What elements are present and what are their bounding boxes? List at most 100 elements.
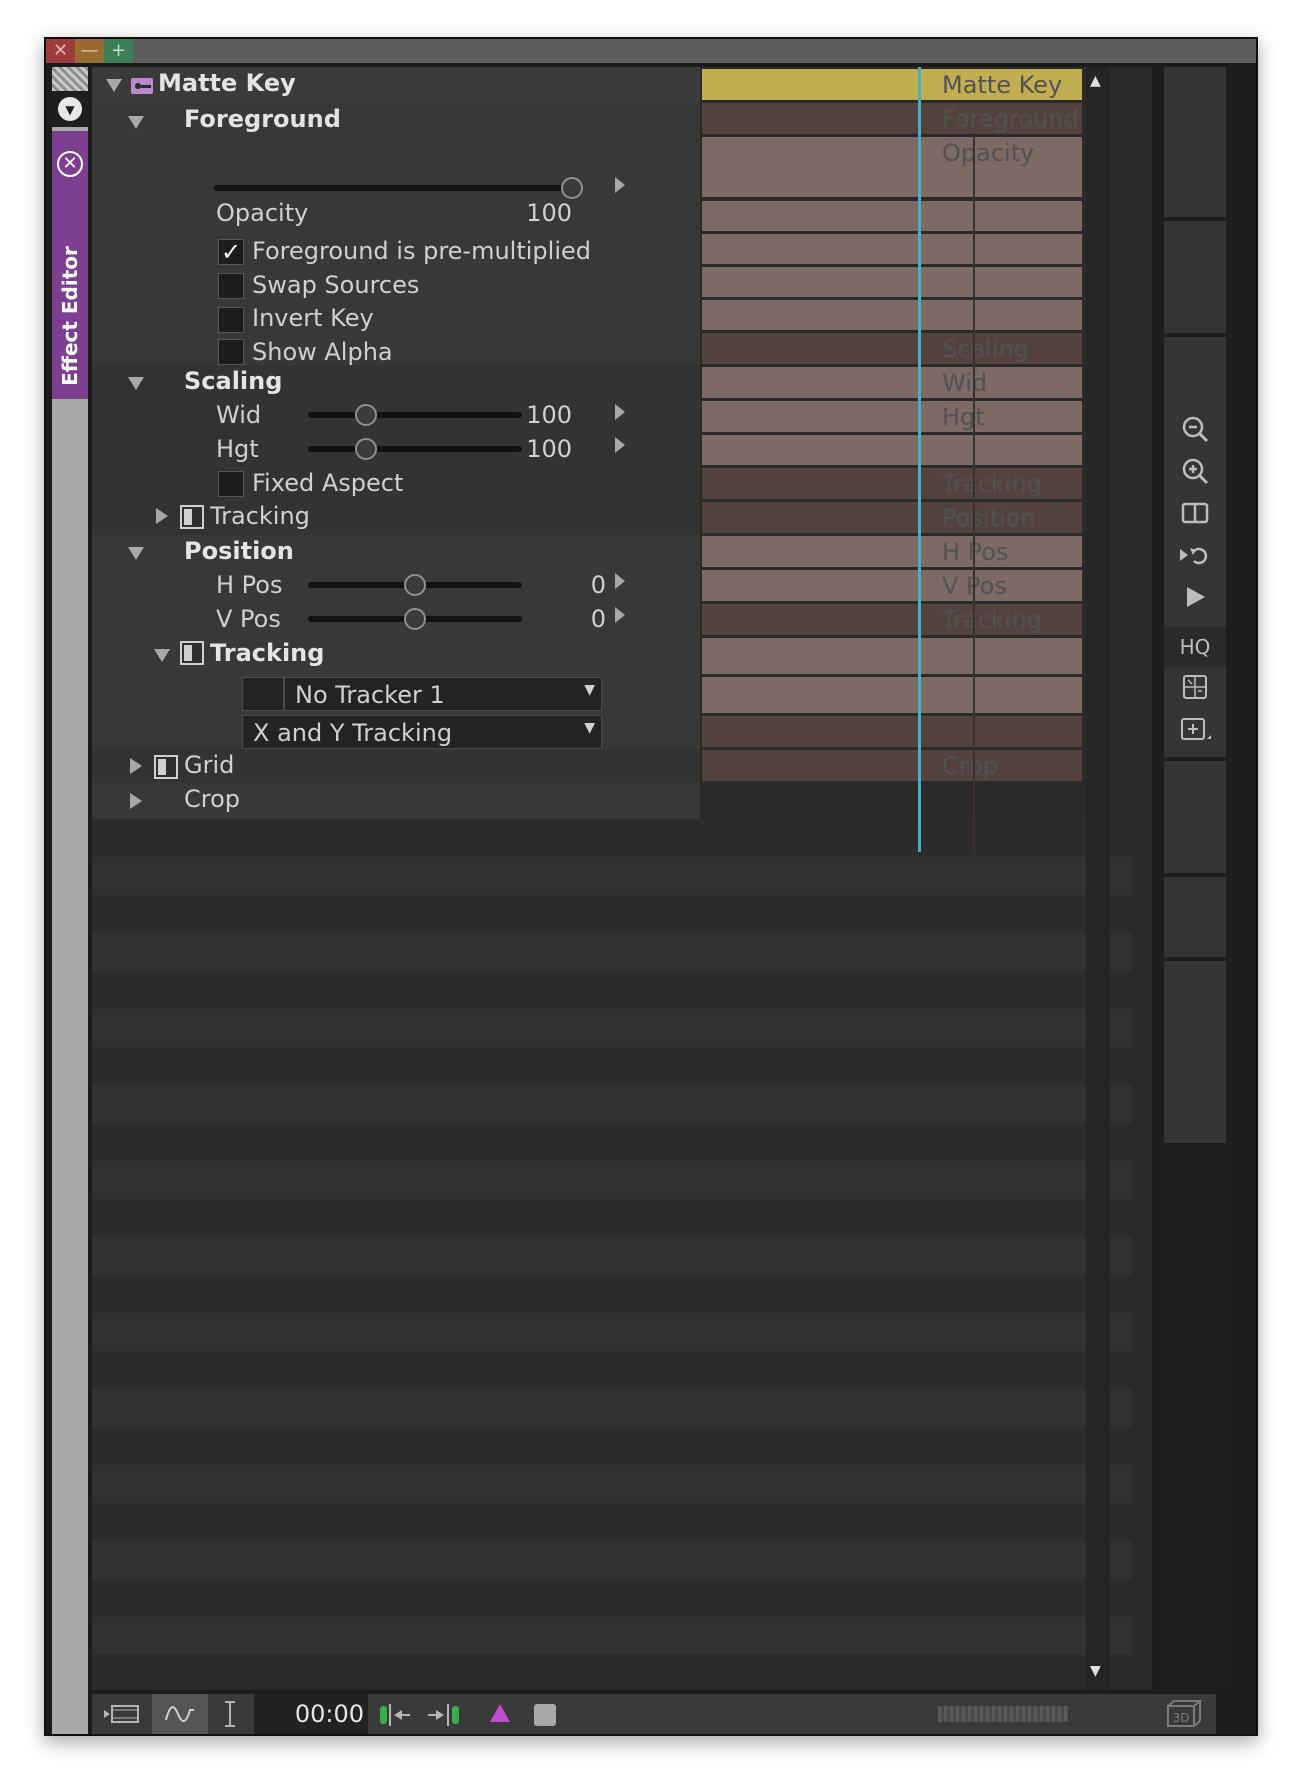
opacity-keyframe-arrow[interactable]: [615, 177, 625, 193]
collapse-effect-toggle[interactable]: [106, 79, 122, 92]
position-tracking-enable-icon[interactable]: [180, 641, 204, 665]
panel-menu-button[interactable]: ▼: [52, 91, 88, 127]
reverse-loop-button[interactable]: [1164, 539, 1226, 579]
timeline-track-group[interactable]: Position: [702, 502, 1082, 533]
hgt-value[interactable]: 100: [492, 435, 572, 463]
timeline-track-param[interactable]: Opacity: [702, 137, 1082, 197]
timeline-track-param[interactable]: [702, 201, 1082, 231]
zoom-scroll-slider[interactable]: [938, 1706, 1068, 1722]
empty-row-stripe: [92, 1275, 1132, 1313]
stop-button[interactable]: [528, 1694, 560, 1734]
effect-editor-window: ✕ — + ▼ ✕ Effect Editor Matte Key Foregr…: [44, 37, 1258, 1736]
hgt-slider[interactable]: [308, 438, 522, 460]
collapse-position-tracking-toggle[interactable]: [154, 649, 170, 662]
timeline-track-param[interactable]: [702, 234, 1082, 264]
empty-row-stripe: [92, 895, 1132, 933]
timeline-track-group[interactable]: Crop: [702, 750, 1082, 781]
timeline-track-param[interactable]: V Pos: [702, 570, 1082, 601]
zoom-out-button[interactable]: [1164, 413, 1226, 453]
scaling-tracking-enable-icon[interactable]: [180, 505, 204, 529]
timeline-track-param[interactable]: [702, 267, 1082, 297]
scroll-down-icon[interactable]: ▼: [1090, 1663, 1101, 1679]
maximize-window-button[interactable]: +: [104, 39, 133, 63]
swap-sources-checkbox[interactable]: [218, 273, 244, 299]
go-to-out-button[interactable]: [424, 1694, 468, 1734]
expand-crop-toggle[interactable]: [130, 793, 142, 809]
close-tab-icon[interactable]: ✕: [57, 151, 83, 177]
foreground-group: Foreground Opacity 100 ✓ Foreground is p…: [92, 103, 700, 366]
wid-value[interactable]: 100: [492, 401, 572, 429]
track-label: Matte Key: [942, 71, 1063, 99]
vpos-keyframe-arrow[interactable]: [615, 607, 625, 623]
grid-enable-icon[interactable]: [154, 755, 178, 779]
vpos-slider[interactable]: [308, 608, 522, 630]
effect-editor-tab[interactable]: ✕ Effect Editor: [52, 131, 88, 399]
timeline-track-group[interactable]: Tracking: [702, 604, 1082, 635]
empty-row-stripe: [92, 1123, 1132, 1161]
wid-slider[interactable]: [308, 404, 522, 426]
split-view-button[interactable]: [1164, 497, 1226, 537]
timeline-track-param[interactable]: [702, 677, 1082, 713]
hpos-keyframe-arrow[interactable]: [615, 573, 625, 589]
expand-scaling-tracking-toggle[interactable]: [156, 508, 168, 524]
invert-key-checkbox[interactable]: [218, 307, 244, 333]
opacity-slider[interactable]: [214, 177, 583, 199]
timecode-display[interactable]: 00:00: [254, 1694, 368, 1734]
transform-grid-button[interactable]: [1164, 671, 1226, 711]
tracker-select-value: No Tracker 1: [295, 681, 445, 709]
tracking-mode-select[interactable]: X and Y Tracking ▼: [242, 715, 602, 749]
close-window-button[interactable]: ✕: [46, 39, 75, 63]
3d-label: 3D: [1173, 1711, 1190, 1725]
timeline-track-group[interactable]: Scaling: [702, 333, 1082, 364]
premultiplied-checkbox[interactable]: ✓: [218, 238, 244, 266]
hgt-slider-knob[interactable]: [354, 438, 377, 460]
curve-editor-toggle[interactable]: [152, 1694, 208, 1734]
timeline-track-group[interactable]: Foreground: [702, 103, 1082, 134]
expand-grid-toggle[interactable]: [130, 758, 142, 774]
collapse-scaling-toggle[interactable]: [128, 377, 144, 390]
track-label: Position: [942, 504, 1036, 532]
text-cursor-button[interactable]: [210, 1694, 250, 1734]
fit-to-window-button[interactable]: [92, 1694, 148, 1734]
vpos-slider-knob[interactable]: [404, 608, 426, 630]
timeline-track-header[interactable]: Matte Key: [702, 69, 1082, 100]
timeline-track-param[interactable]: Wid: [702, 367, 1082, 398]
timeline-track-param[interactable]: [702, 300, 1082, 330]
timeline-track-param[interactable]: H Pos: [702, 536, 1082, 567]
track-label: Hgt: [942, 403, 985, 431]
hpos-slider-knob[interactable]: [404, 574, 426, 596]
go-to-in-button[interactable]: [374, 1694, 418, 1734]
vpos-value[interactable]: 0: [526, 605, 606, 633]
timeline-playhead[interactable]: [918, 67, 921, 852]
vertical-scrollbar[interactable]: ▲ ▼: [1086, 67, 1110, 1690]
play-button[interactable]: [1164, 581, 1226, 621]
wid-slider-knob[interactable]: [354, 404, 377, 426]
tracker-color-swatch[interactable]: [242, 677, 284, 711]
timeline-track-param[interactable]: [702, 638, 1082, 674]
timeline-track-param[interactable]: Hgt: [702, 401, 1082, 432]
wid-keyframe-arrow[interactable]: [615, 404, 625, 420]
tracker-select[interactable]: No Tracker 1 ▼: [284, 677, 602, 711]
add-keyframe-marker-button[interactable]: [484, 1694, 516, 1734]
3d-toggle[interactable]: 3D: [1158, 1694, 1206, 1734]
add-keyframe-button[interactable]: [1164, 713, 1226, 753]
zoom-in-button[interactable]: [1164, 455, 1226, 495]
minimize-window-button[interactable]: —: [75, 39, 104, 63]
opacity-slider-knob[interactable]: [561, 177, 583, 199]
timeline-track-group[interactable]: [702, 716, 1082, 747]
drag-handle[interactable]: [52, 67, 88, 91]
add-box-icon: [1181, 718, 1211, 740]
fixed-aspect-checkbox[interactable]: [218, 471, 244, 497]
collapse-position-toggle[interactable]: [128, 547, 144, 560]
timeline-track-group[interactable]: Tracking: [702, 468, 1082, 499]
hpos-slider[interactable]: [308, 574, 522, 596]
hgt-keyframe-arrow[interactable]: [615, 437, 625, 453]
scroll-up-icon[interactable]: ▲: [1090, 73, 1101, 89]
show-alpha-checkbox[interactable]: [218, 339, 244, 365]
opacity-value[interactable]: 100: [492, 199, 572, 227]
keyframe-timeline[interactable]: Matte Key Foreground Opacity Scaling Wid…: [702, 67, 1082, 852]
hq-toggle[interactable]: HQ: [1164, 627, 1226, 667]
collapse-foreground-toggle[interactable]: [128, 116, 144, 129]
hpos-value[interactable]: 0: [526, 571, 606, 599]
timeline-track-param[interactable]: [702, 435, 1082, 465]
